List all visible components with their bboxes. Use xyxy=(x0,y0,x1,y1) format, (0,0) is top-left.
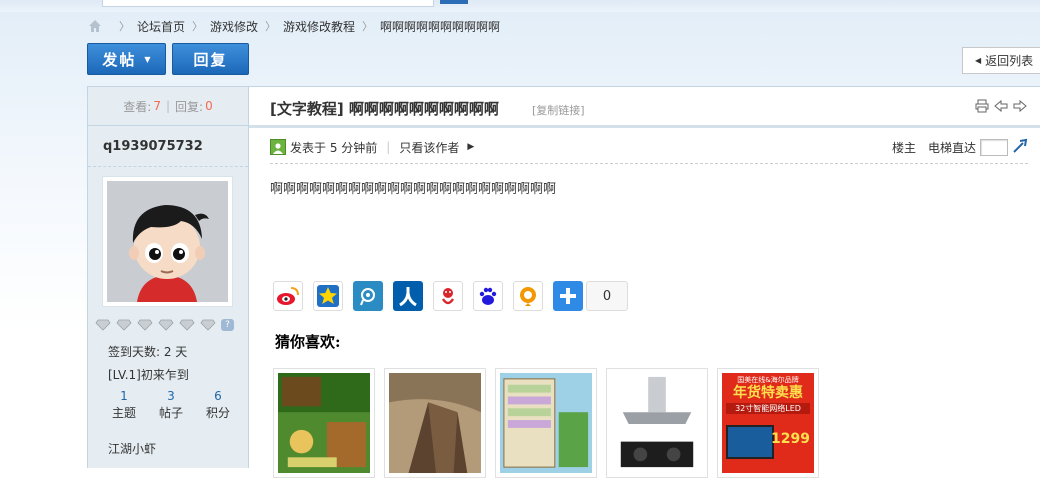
back-to-list-button[interactable]: ◀ 返回列表 xyxy=(962,47,1040,74)
share-bar: 0 xyxy=(273,281,628,311)
recommend-item[interactable] xyxy=(384,368,486,478)
recommend-item[interactable] xyxy=(273,368,375,478)
breadcrumb-separator: 〉 xyxy=(192,20,204,33)
thread-panel: 查看: 7 | 回复: 0 q1939075732 ? 签到天数: 2 天 [L… xyxy=(87,86,1040,478)
new-post-button[interactable]: 发帖 ▼ xyxy=(87,43,166,75)
game-ui-thumb xyxy=(500,373,592,473)
back-to-list-label: 返回列表 xyxy=(985,54,1034,68)
jump-floor-label: 电梯直达 xyxy=(927,140,976,155)
recommend-item[interactable] xyxy=(606,368,708,478)
title-row: [文字教程] 啊啊啊啊啊啊啊啊啊啊 [复制链接] xyxy=(249,87,1040,128)
search-input[interactable] xyxy=(102,0,434,7)
share-count: 0 xyxy=(586,281,628,311)
recommend-list: 国美在线&海尔品牌 年货特卖惠 32寸智能网络LED 1299 xyxy=(273,368,828,478)
recommend-item[interactable] xyxy=(495,368,597,478)
range-hood-thumb xyxy=(611,373,703,473)
post-meta: 发表于 5 分钟前 | 只看该作者 ▶ 楼主 电梯直达 xyxy=(270,137,1028,164)
breadcrumb-separator: 〉 xyxy=(119,20,130,33)
breadcrumb-separator: 〉 xyxy=(265,20,277,33)
user-group[interactable]: 江湖小虾 xyxy=(108,440,156,457)
game-screenshot-thumb xyxy=(278,373,370,473)
kaixin-icon[interactable] xyxy=(433,281,463,311)
breadcrumb: 〉 论坛首页 〉 游戏修改 〉 游戏修改教程 〉 啊啊啊啊啊啊啊啊啊啊 xyxy=(88,17,500,35)
thread-stats: 查看: 7 | 回复: 0 xyxy=(88,87,248,126)
breadcrumb-mod-tutorial[interactable]: 游戏修改教程 xyxy=(283,18,355,35)
diamond-icon xyxy=(158,319,174,331)
top-bar xyxy=(0,0,1040,12)
meta-divider: | xyxy=(386,140,391,154)
post-time: 发表于 5 分钟前 xyxy=(290,140,378,155)
breadcrumb-separator: 〉 xyxy=(362,20,374,33)
more-share-icon[interactable] xyxy=(553,281,583,311)
chevron-down-icon: ▼ xyxy=(144,54,151,64)
play-arrow-icon: ▶ xyxy=(467,142,475,152)
floor-number-input[interactable] xyxy=(980,138,1008,156)
floor-label: 楼主 xyxy=(891,140,916,155)
post-body: 啊啊啊啊啊啊啊啊啊啊啊啊啊啊啊啊啊啊啊啊啊啊 xyxy=(270,182,557,197)
go-jump-icon[interactable] xyxy=(1012,138,1028,157)
prev-thread-icon[interactable] xyxy=(994,99,1008,113)
arrow-left-icon: ◀ xyxy=(975,56,982,65)
topics-count[interactable]: 1 主题 xyxy=(106,389,142,421)
author-sidebar: 查看: 7 | 回复: 0 q1939075732 ? 签到天数: 2 天 [L… xyxy=(88,87,249,468)
tencent-weibo-icon[interactable] xyxy=(353,281,383,311)
points-count[interactable]: 6 积分 xyxy=(200,389,236,421)
print-icon[interactable] xyxy=(975,99,989,113)
only-author-link[interactable]: 只看该作者 xyxy=(399,139,459,156)
avatar-image xyxy=(107,181,228,302)
tv-sale-thumb: 国美在线&海尔品牌 年货特卖惠 32寸智能网络LED 1299 xyxy=(722,373,814,473)
reply-button[interactable]: 回复 xyxy=(172,43,249,75)
diamond-icon xyxy=(95,319,111,331)
views-count: 7 xyxy=(153,99,161,113)
copy-link[interactable]: [复制链接] xyxy=(532,102,585,118)
breadcrumb-current-thread[interactable]: 啊啊啊啊啊啊啊啊啊啊 xyxy=(380,18,500,35)
breadcrumb-game-mod[interactable]: 游戏修改 xyxy=(210,18,258,35)
search-button[interactable] xyxy=(440,0,468,4)
diamond-icon xyxy=(116,319,132,331)
replies-count: 0 xyxy=(205,99,213,113)
diamond-icon xyxy=(137,319,153,331)
breadcrumb-forum-home[interactable]: 论坛首页 xyxy=(137,18,185,35)
stats-divider: | xyxy=(165,99,171,113)
user-counts: 1 主题 3 帖子 6 积分 xyxy=(106,389,236,421)
next-thread-icon[interactable] xyxy=(1013,99,1027,113)
help-badge-icon[interactable]: ? xyxy=(221,319,234,331)
recommend-item[interactable]: 国美在线&海尔品牌 年货特卖惠 32寸智能网络LED 1299 xyxy=(717,368,819,478)
home-icon[interactable] xyxy=(88,19,102,33)
rank-gems: ? xyxy=(95,319,234,331)
recommend-title: 猜你喜欢: xyxy=(275,333,341,351)
user-online-icon xyxy=(270,139,286,155)
qzone-icon[interactable] xyxy=(313,281,343,311)
user-level[interactable]: [LV.1]初来乍到 xyxy=(108,366,189,383)
replies-label: 回复: xyxy=(175,99,204,114)
post-content: [文字教程] 啊啊啊啊啊啊啊啊啊啊 [复制链接] 发表于 5 分钟前 | 只看该… xyxy=(249,87,1040,478)
views-label: 查看: xyxy=(123,99,152,114)
diamond-icon xyxy=(179,319,195,331)
pengyou-icon[interactable] xyxy=(513,281,543,311)
new-post-label: 发帖 xyxy=(102,50,137,69)
weibo-icon[interactable] xyxy=(273,281,303,311)
renren-icon[interactable] xyxy=(393,281,423,311)
thread-title: [文字教程] 啊啊啊啊啊啊啊啊啊啊 xyxy=(270,100,499,118)
building-photo-thumb xyxy=(389,373,481,473)
signin-days: 签到天数: 2 天 xyxy=(108,345,188,359)
baidu-icon[interactable] xyxy=(473,281,503,311)
author-name[interactable]: q1939075732 xyxy=(88,126,248,167)
title-tools xyxy=(970,99,1027,113)
posts-count[interactable]: 3 帖子 xyxy=(153,389,189,421)
avatar[interactable] xyxy=(102,176,233,307)
diamond-icon xyxy=(200,319,216,331)
reply-label: 回复 xyxy=(193,50,228,69)
